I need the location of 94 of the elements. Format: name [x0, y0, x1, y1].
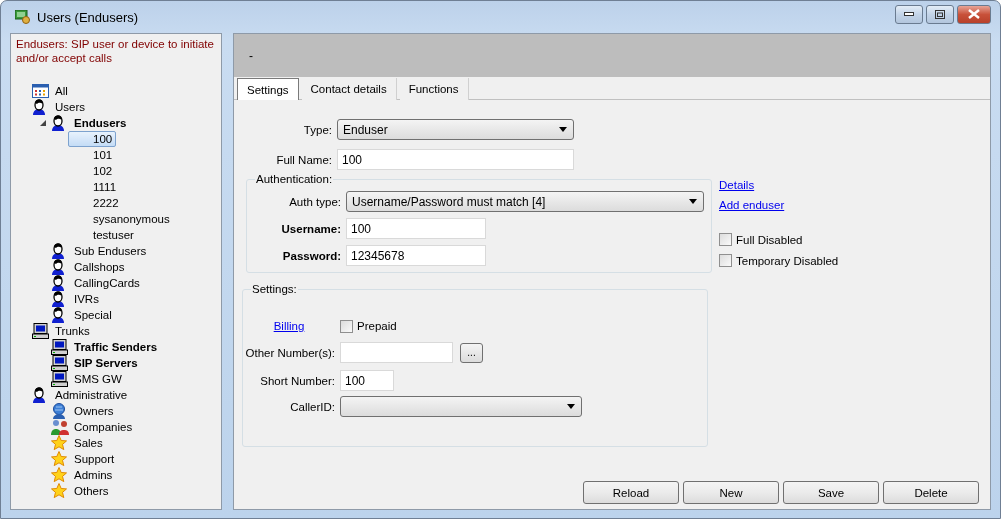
- tree-item[interactable]: CallingCards: [71, 275, 143, 291]
- star-icon: [51, 435, 67, 451]
- tree-item[interactable]: Owners: [71, 403, 117, 419]
- globe-person-icon: [51, 403, 67, 419]
- maximize-icon: [935, 9, 945, 19]
- star-icon: [51, 451, 67, 467]
- short-number-field[interactable]: 100: [340, 370, 394, 391]
- tree-item[interactable]: IVRs: [71, 291, 102, 307]
- tree-item[interactable]: Endusers: [71, 115, 130, 131]
- field-label: Auth type:: [289, 195, 341, 208]
- person-icon: [51, 115, 65, 131]
- field-label: Other Number(s):: [245, 346, 335, 359]
- checkbox-label: Prepaid: [357, 320, 397, 332]
- computer-icon: [51, 339, 68, 355]
- tree-item[interactable]: Sales: [71, 435, 106, 451]
- tree-item[interactable]: sysanonymous: [90, 211, 173, 227]
- tree-item[interactable]: 2222: [90, 195, 122, 211]
- grid-icon: [32, 84, 49, 98]
- tree-item[interactable]: Users: [52, 99, 89, 115]
- tree-item[interactable]: testuser: [90, 227, 137, 243]
- checkbox-label: Full Disabled: [736, 233, 803, 246]
- field-label: CallerID:: [290, 400, 335, 413]
- person-icon: [51, 307, 65, 323]
- username-field[interactable]: 100: [346, 218, 486, 239]
- checkbox-label: Temporary Disabled: [736, 254, 839, 267]
- description-text: Endusers: SIP user or device to initiate and/or accept calls: [16, 37, 215, 65]
- browse-button[interactable]: ...: [460, 342, 483, 363]
- person-icon: [51, 243, 65, 259]
- tree-item[interactable]: SMS GW: [71, 371, 125, 387]
- dropdown-caret-icon: [689, 199, 697, 204]
- details-link[interactable]: Details: [719, 179, 839, 191]
- field-label: Password:: [282, 249, 341, 262]
- close-icon: [968, 9, 980, 19]
- tree-item[interactable]: Callshops: [71, 259, 128, 275]
- tree-item[interactable]: 1111: [90, 179, 120, 195]
- add-enduser-link[interactable]: Add enduser: [719, 199, 839, 211]
- minimize-icon: [904, 12, 914, 16]
- app-icon: [15, 10, 31, 24]
- computer-icon: [51, 355, 68, 371]
- person-icon: [51, 291, 65, 307]
- tree-item[interactable]: Trunks: [52, 323, 93, 339]
- computer-icon: [32, 323, 49, 339]
- tree-item[interactable]: Admins: [71, 467, 116, 483]
- expanded-arrow-icon[interactable]: [40, 120, 46, 126]
- field-label: Username:: [281, 222, 341, 235]
- group-title: Authentication:: [255, 173, 334, 185]
- field-label: Short Number:: [260, 374, 335, 387]
- full-name-field[interactable]: 100: [337, 149, 574, 170]
- action-button[interactable]: Save: [783, 481, 879, 504]
- tree-item[interactable]: Support: [71, 451, 118, 467]
- tree-item[interactable]: Special: [71, 307, 115, 323]
- dropdown-caret-icon: [567, 404, 575, 409]
- minimize-button[interactable]: [895, 4, 923, 24]
- password-field[interactable]: 12345678: [346, 245, 486, 266]
- other-numbers-field[interactable]: [340, 342, 453, 363]
- person-icon: [32, 99, 46, 115]
- action-button[interactable]: Delete: [883, 481, 979, 504]
- caller-id-dropdown[interactable]: [340, 396, 582, 417]
- person-icon: [51, 275, 65, 291]
- tree-item[interactable]: Sub Endusers: [71, 243, 150, 259]
- tree-item[interactable]: 101: [90, 147, 116, 163]
- window-title: Users (Endusers): [37, 9, 140, 25]
- checkbox[interactable]: [719, 233, 732, 246]
- tree-item[interactable]: All: [52, 83, 71, 99]
- field-label: Type:: [303, 123, 332, 136]
- billing-link[interactable]: Billing: [273, 320, 305, 332]
- tree-item[interactable]: Administrative: [52, 387, 131, 403]
- dropdown-caret-icon: [559, 127, 567, 132]
- tree-item[interactable]: SIP Servers: [71, 355, 141, 371]
- people-icon: [51, 419, 69, 435]
- tree-item[interactable]: 102: [90, 163, 116, 179]
- tab[interactable]: Contact details: [301, 78, 397, 100]
- action-button[interactable]: Reload: [583, 481, 679, 504]
- tab[interactable]: Functions: [399, 78, 469, 100]
- tree-item[interactable]: Traffic Senders: [71, 339, 161, 355]
- tree-item[interactable]: Companies: [71, 419, 136, 435]
- auth-type-dropdown[interactable]: Username/Password must match [4]: [346, 191, 704, 212]
- star-icon: [51, 467, 67, 483]
- group-title: Settings:: [251, 283, 298, 295]
- checkbox[interactable]: [719, 254, 732, 267]
- person-icon: [51, 259, 65, 275]
- star-icon: [51, 483, 67, 499]
- action-button[interactable]: New: [683, 481, 779, 504]
- close-button[interactable]: [957, 4, 991, 24]
- header-text: -: [249, 48, 253, 63]
- maximize-button[interactable]: [926, 4, 954, 24]
- type-dropdown[interactable]: Enduser: [337, 119, 574, 140]
- person-icon: [32, 387, 46, 403]
- tree-item[interactable]: 100: [68, 131, 117, 147]
- computer-icon: [51, 371, 68, 387]
- tree-item[interactable]: Others: [71, 483, 112, 499]
- checkbox[interactable]: [340, 319, 353, 333]
- tab[interactable]: Settings: [237, 78, 299, 100]
- field-label: Full Name:: [276, 153, 332, 166]
